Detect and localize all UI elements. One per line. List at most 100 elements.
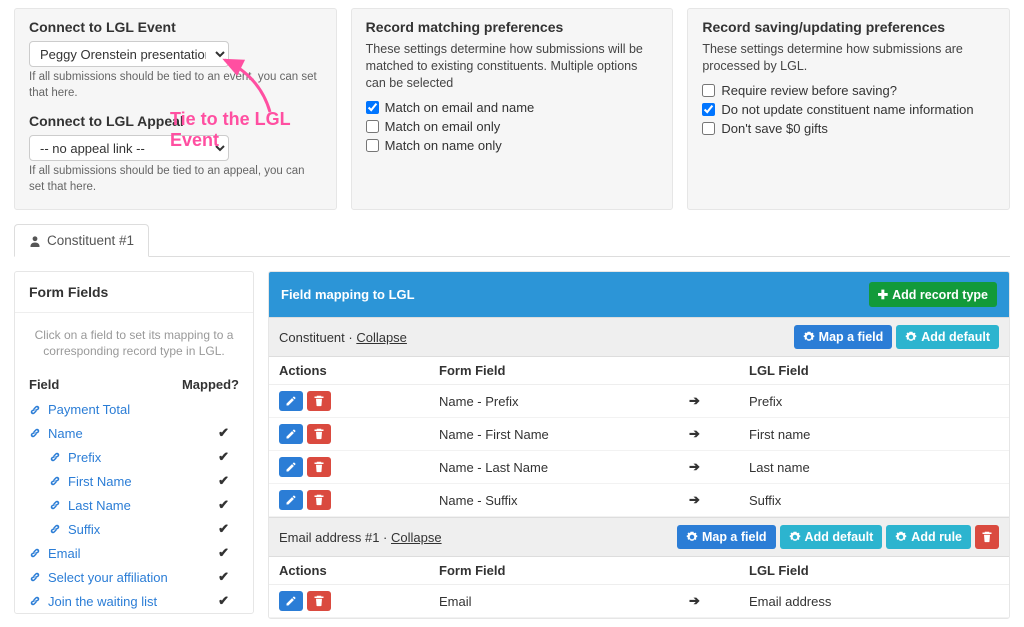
field-link[interactable]: Join the waiting list xyxy=(29,594,157,609)
link-icon xyxy=(29,404,41,416)
tab-label: Constituent #1 xyxy=(47,233,134,248)
arrow-right-icon: ➔ xyxy=(689,459,700,474)
matching-desc: These settings determine how submissions… xyxy=(366,41,659,92)
delete-mapping-button[interactable] xyxy=(307,457,331,477)
save-option[interactable]: Do not update constituent name informati… xyxy=(702,102,995,117)
edit-mapping-button[interactable] xyxy=(279,457,303,477)
mapping-row: Name - First Name➔ First name xyxy=(269,418,1009,451)
form-fields-instr: Click on a field to set its mapping to a… xyxy=(15,313,253,373)
group-name: Constituent · Collapse xyxy=(279,330,407,345)
col-field: Field xyxy=(29,377,59,392)
field-link[interactable]: Email xyxy=(29,546,81,561)
mapping-row: Name - Suffix➔ Suffix xyxy=(269,484,1009,517)
trash-icon xyxy=(313,494,325,506)
form-fields-title: Form Fields xyxy=(15,272,253,313)
field-item: First Name ✔ xyxy=(15,469,253,493)
edit-mapping-button[interactable] xyxy=(279,591,303,611)
form-fields-panel: Form Fields Click on a field to set its … xyxy=(14,271,254,614)
match-option[interactable]: Match on name only xyxy=(366,138,659,153)
field-link[interactable]: Last Name xyxy=(49,498,131,513)
edit-mapping-button[interactable] xyxy=(279,391,303,411)
mapping-row: Name - Prefix➔ Prefix xyxy=(269,385,1009,418)
arrow-right-icon: ➔ xyxy=(689,393,700,408)
connect-event-title: Connect to LGL Event xyxy=(29,19,322,35)
field-item: Prefix ✔ xyxy=(15,445,253,469)
mapping-panel: Field mapping to LGL ✚Add record type Co… xyxy=(268,271,1010,619)
col-mapped: Mapped? xyxy=(182,377,239,392)
link-icon xyxy=(49,475,61,487)
delete-mapping-button[interactable] xyxy=(307,391,331,411)
link-icon xyxy=(29,427,41,439)
check-icon: ✔ xyxy=(218,545,239,561)
edit-icon xyxy=(285,494,297,506)
lgl-field-cell: First name xyxy=(749,427,999,442)
edit-icon xyxy=(285,461,297,473)
save-checkbox[interactable] xyxy=(702,84,715,97)
lgl-field-cell: Last name xyxy=(749,460,999,475)
edit-mapping-button[interactable] xyxy=(279,490,303,510)
map-field-button[interactable]: Map a field xyxy=(677,525,776,549)
event-select[interactable]: Peggy Orenstein presentation xyxy=(29,41,229,67)
match-option[interactable]: Match on email only xyxy=(366,119,659,134)
field-item: Join the waiting list ✔ xyxy=(15,589,253,613)
edit-mapping-button[interactable] xyxy=(279,424,303,444)
add-rule-button[interactable]: Add rule xyxy=(886,525,971,549)
field-link[interactable]: Select your affiliation xyxy=(29,570,168,585)
form-field-cell: Name - Last Name xyxy=(439,460,689,475)
save-option[interactable]: Don't save $0 gifts xyxy=(702,121,995,136)
lgl-field-cell: Suffix xyxy=(749,493,999,508)
arrow-right-icon: ➔ xyxy=(689,492,700,507)
collapse-link[interactable]: Collapse xyxy=(356,330,407,345)
form-field-cell: Name - Suffix xyxy=(439,493,689,508)
field-link[interactable]: Payment Total xyxy=(29,402,130,417)
edit-icon xyxy=(285,395,297,407)
appeal-select[interactable]: -- no appeal link -- xyxy=(29,135,229,161)
delete-mapping-button[interactable] xyxy=(307,490,331,510)
saving-title: Record saving/updating preferences xyxy=(702,19,995,35)
save-checkbox[interactable] xyxy=(702,103,715,116)
field-link[interactable]: Suffix xyxy=(49,522,100,537)
form-field-cell: Name - First Name xyxy=(439,427,689,442)
field-link[interactable]: Name xyxy=(29,426,83,441)
tab-constituent-1[interactable]: Constituent #1 xyxy=(14,224,149,257)
mapping-columns: ActionsForm FieldLGL Field xyxy=(269,357,1009,385)
group-header: Constituent · Collapse Map a field Add de… xyxy=(269,317,1009,357)
field-link[interactable]: Prefix xyxy=(49,450,101,465)
form-field-cell: Email xyxy=(439,594,689,609)
field-item: Payment Total xyxy=(15,398,253,421)
add-default-button[interactable]: Add default xyxy=(780,525,883,549)
add-default-button[interactable]: Add default xyxy=(896,325,999,349)
match-option[interactable]: Match on email and name xyxy=(366,100,659,115)
connect-appeal-title: Connect to LGL Appeal xyxy=(29,113,322,129)
collapse-link[interactable]: Collapse xyxy=(391,530,442,545)
arrow-right-icon: ➔ xyxy=(689,426,700,441)
save-checkbox[interactable] xyxy=(702,122,715,135)
gear-icon xyxy=(686,531,698,543)
gear-icon xyxy=(895,531,907,543)
field-link[interactable]: First Name xyxy=(49,474,132,489)
lgl-field-cell: Prefix xyxy=(749,394,999,409)
delete-mapping-button[interactable] xyxy=(307,591,331,611)
add-record-type-button[interactable]: ✚Add record type xyxy=(869,282,997,307)
match-checkbox[interactable] xyxy=(366,120,379,133)
link-icon xyxy=(49,451,61,463)
link-icon xyxy=(29,595,41,607)
delete-mapping-button[interactable] xyxy=(307,424,331,444)
map-field-button[interactable]: Map a field xyxy=(794,325,893,349)
check-icon: ✔ xyxy=(218,449,239,465)
link-icon xyxy=(49,523,61,535)
match-checkbox[interactable] xyxy=(366,101,379,114)
check-icon: ✔ xyxy=(218,593,239,609)
match-checkbox[interactable] xyxy=(366,139,379,152)
save-option[interactable]: Require review before saving? xyxy=(702,83,995,98)
trash-icon xyxy=(313,461,325,473)
form-field-cell: Name - Prefix xyxy=(439,394,689,409)
field-item: Last Name✔ xyxy=(15,493,253,517)
edit-icon xyxy=(285,595,297,607)
mapping-row: Name - Last Name➔ Last name xyxy=(269,451,1009,484)
mapping-columns: ActionsForm FieldLGL Field xyxy=(269,557,1009,585)
link-icon xyxy=(29,547,41,559)
check-icon: ✔ xyxy=(218,473,239,489)
plus-icon: ✚ xyxy=(878,287,888,302)
delete-group-button[interactable] xyxy=(975,525,999,549)
